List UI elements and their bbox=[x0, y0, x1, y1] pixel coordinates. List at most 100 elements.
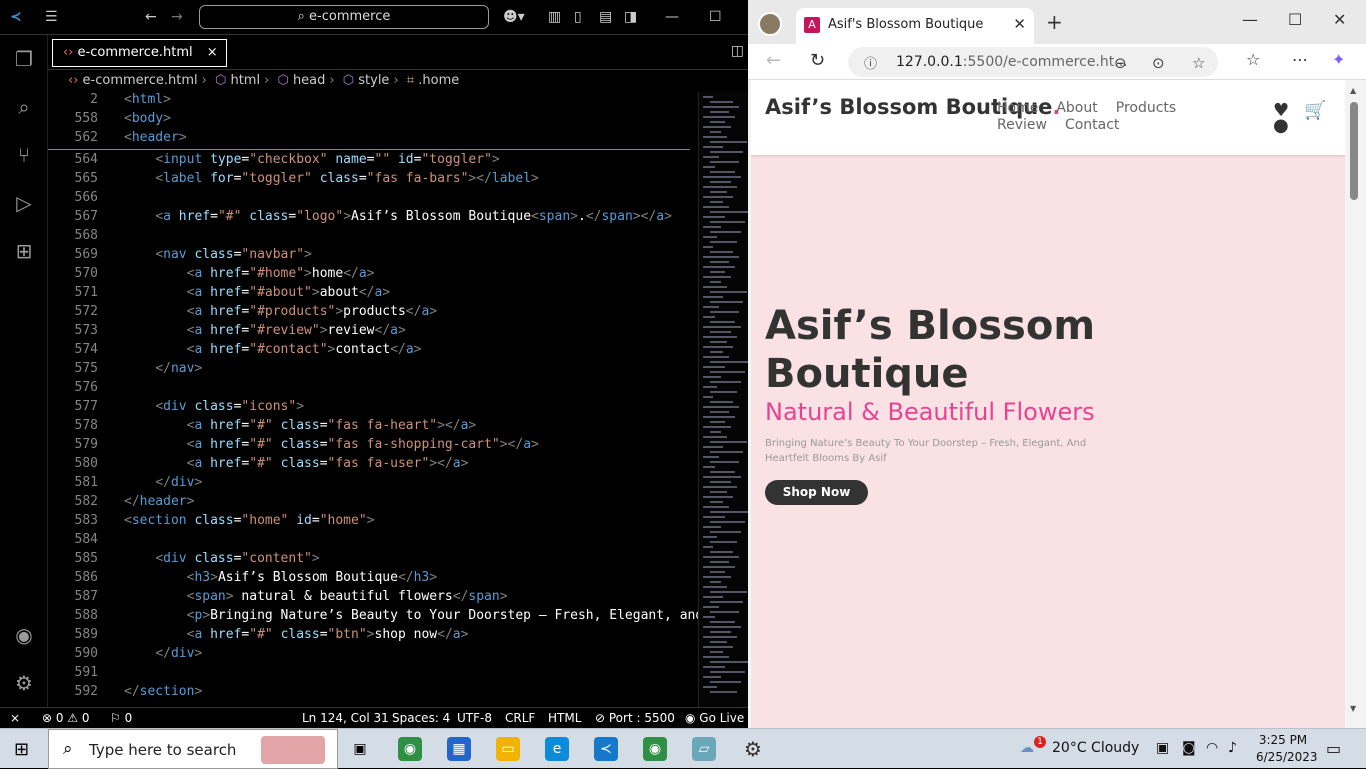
taskbar-search[interactable]: ⌕ Type here to search bbox=[48, 729, 338, 769]
close-window-icon[interactable]: ✕ bbox=[1333, 10, 1346, 29]
maximize-icon[interactable]: ☐ bbox=[709, 8, 722, 26]
refresh-icon[interactable]: ↻ bbox=[810, 50, 825, 71]
chrome-profile-icon[interactable]: ◉ bbox=[643, 737, 667, 761]
breadcrumb-item[interactable]: e-commerce.html bbox=[83, 73, 198, 88]
notifications-icon[interactable]: ▭ bbox=[1326, 739, 1341, 758]
code-line[interactable]: <label for="toggler" class="fas fa-bars"… bbox=[124, 171, 539, 186]
go-live-button[interactable]: ◉ Go Live bbox=[685, 708, 744, 728]
camera-icon[interactable]: ◙ bbox=[1182, 740, 1196, 756]
forward-icon[interactable]: → bbox=[171, 8, 183, 26]
store-icon[interactable]: ▦ bbox=[447, 737, 471, 761]
tab-close-icon[interactable]: × bbox=[207, 45, 218, 60]
code-line[interactable]: <section class="home" id="home"> bbox=[124, 513, 375, 528]
live-server-port[interactable]: ⊘ Port : 5500 bbox=[595, 708, 675, 728]
remote-icon[interactable]: ⨯ bbox=[10, 708, 20, 728]
language-mode[interactable]: HTML bbox=[548, 708, 581, 728]
end-of-line[interactable]: CRLF bbox=[505, 708, 535, 728]
nav-contact[interactable]: Contact bbox=[1065, 117, 1119, 134]
explorer-icon[interactable]: ❐ bbox=[12, 47, 36, 71]
code-line[interactable]: <a href="#" class="fas fa-shopping-cart"… bbox=[124, 437, 539, 452]
ports-indicator[interactable]: ⚐ 0 bbox=[110, 708, 132, 728]
code-line[interactable]: <a href="#" class="fas fa-heart"></a> bbox=[124, 418, 477, 433]
source-control-icon[interactable]: ⑂ bbox=[12, 143, 36, 167]
code-line[interactable]: <a href="#contact">contact</a> bbox=[124, 342, 422, 357]
settings-gear-icon[interactable]: ⚙ bbox=[12, 671, 36, 695]
scroll-up-icon[interactable]: ▲ bbox=[1350, 86, 1356, 95]
favorite-star-icon[interactable]: ☆ bbox=[1192, 54, 1205, 72]
code-line[interactable]: </header> bbox=[124, 494, 194, 509]
zoom-icon[interactable]: ⊖ bbox=[1114, 54, 1127, 72]
close-tab-icon[interactable]: ✕ bbox=[1013, 15, 1026, 33]
tab-e-commerce-html[interactable]: ‹› e-commerce.html × bbox=[52, 39, 227, 67]
code-line[interactable]: <p>Bringing Nature’s Beauty to Your Door… bbox=[124, 608, 698, 623]
profile-avatar[interactable] bbox=[758, 12, 782, 36]
shopping-cart-icon[interactable]: 🛒 bbox=[1304, 100, 1326, 121]
user-icon[interactable]: ● bbox=[1273, 115, 1289, 136]
code-line[interactable]: <input type="checkbox" name="" id="toggl… bbox=[124, 152, 499, 167]
code-line[interactable]: <html> bbox=[124, 92, 171, 107]
nav-products[interactable]: Products bbox=[1116, 100, 1176, 117]
minimize-icon[interactable]: — bbox=[665, 8, 679, 26]
favorites-icon[interactable]: ☆ bbox=[1246, 50, 1260, 69]
meet-icon[interactable]: ▣ bbox=[1156, 740, 1169, 756]
clock[interactable]: 3:25 PM 6/25/2023 bbox=[1256, 732, 1318, 766]
extensions-icon[interactable]: ⊞ bbox=[12, 239, 36, 263]
back-icon[interactable]: ← bbox=[145, 8, 157, 26]
more-menu-icon[interactable]: ⋯ bbox=[1292, 50, 1308, 69]
code-line[interactable]: <a href="#" class="btn">shop now</a> bbox=[124, 627, 469, 642]
code-line[interactable]: <div class="icons"> bbox=[124, 399, 304, 414]
windows-start-icon[interactable]: ⊞ bbox=[14, 739, 29, 760]
browser-tab[interactable]: A Asif's Blossom Boutique ✕ bbox=[796, 8, 1034, 44]
code-line[interactable]: </nav> bbox=[124, 361, 202, 376]
file-explorer-icon[interactable]: ▭ bbox=[496, 737, 520, 761]
problems-indicator[interactable]: ⊗ 0 ⚠ 0 bbox=[42, 708, 90, 728]
code-line[interactable]: <header> bbox=[124, 130, 187, 145]
layout-icon[interactable]: ▥ bbox=[548, 8, 561, 26]
nav-review[interactable]: Review bbox=[997, 117, 1047, 134]
copilot-icon[interactable]: ✦ bbox=[1332, 50, 1345, 69]
address-bar[interactable]: ⓘ 127.0.0.1:5500/e-commerce.ht... ⊖ ⊙ ☆ bbox=[848, 47, 1218, 77]
code-line[interactable]: <a href="#" class="logo">Asif’s Blossom … bbox=[124, 209, 672, 224]
code-line[interactable]: <span> natural & beautiful flowers</span… bbox=[124, 589, 508, 604]
site-info-icon[interactable]: ⓘ bbox=[864, 53, 877, 72]
menu-icon[interactable]: ☰ bbox=[45, 8, 58, 26]
code-line[interactable]: </section> bbox=[124, 684, 202, 699]
more-tools-icon[interactable]: ⊙ bbox=[1152, 54, 1165, 72]
wifi-icon[interactable]: ◠ bbox=[1206, 740, 1218, 756]
split-editor-icon[interactable]: ◫ bbox=[731, 43, 744, 59]
settings-icon[interactable]: ⚙ bbox=[741, 737, 765, 761]
code-line[interactable]: <a href="#" class="fas fa-user"></a> bbox=[124, 456, 469, 471]
account-icon[interactable]: ◉ bbox=[12, 623, 36, 647]
scroll-down-icon[interactable]: ▼ bbox=[1350, 704, 1356, 713]
volume-icon[interactable]: ♪ bbox=[1228, 740, 1237, 756]
command-center-search[interactable]: ⌕ e-commerce bbox=[199, 5, 489, 29]
toggle-sidebar-icon[interactable]: ▯ bbox=[574, 8, 582, 26]
code-line[interactable]: <a href="#home">home</a> bbox=[124, 266, 375, 281]
page-scrollbar[interactable]: ▲ ▼ bbox=[1345, 80, 1366, 728]
scrollbar-thumb[interactable] bbox=[1350, 102, 1358, 200]
task-view-icon[interactable]: ▣ bbox=[348, 737, 372, 761]
minimap[interactable] bbox=[698, 92, 749, 707]
weather-icon[interactable]: ☁ bbox=[1020, 740, 1034, 756]
minimize-icon[interactable]: — bbox=[1242, 10, 1258, 29]
new-tab-icon[interactable]: + bbox=[1046, 10, 1063, 34]
indentation[interactable]: Spaces: 4 bbox=[392, 708, 450, 728]
code-line[interactable]: <a href="#review">review</a> bbox=[124, 323, 406, 338]
nav-home[interactable]: Home bbox=[997, 100, 1038, 117]
search-icon[interactable]: ⌕ bbox=[12, 95, 36, 119]
breadcrumb-item[interactable]: head bbox=[293, 73, 325, 88]
chrome-icon[interactable]: ◉ bbox=[398, 737, 422, 761]
code-line[interactable]: </div> bbox=[124, 475, 202, 490]
code-line[interactable]: <body> bbox=[124, 111, 171, 126]
edge-icon[interactable]: e bbox=[545, 737, 569, 761]
code-line[interactable]: <h3>Asif’s Blossom Boutique</h3> bbox=[124, 570, 437, 585]
code-line[interactable]: <nav class="navbar"> bbox=[124, 247, 312, 262]
run-debug-icon[interactable]: ▷ bbox=[12, 191, 36, 215]
toggle-panel-icon[interactable]: ▤ bbox=[599, 8, 612, 26]
code-line[interactable]: <div class="content"> bbox=[124, 551, 319, 566]
notepad-icon[interactable]: ▱ bbox=[692, 737, 716, 761]
shop-now-button[interactable]: Shop Now bbox=[765, 480, 868, 505]
encoding[interactable]: UTF-8 bbox=[457, 708, 492, 728]
code-line[interactable]: <a href="#about">about</a> bbox=[124, 285, 391, 300]
back-icon[interactable]: ← bbox=[766, 50, 781, 71]
